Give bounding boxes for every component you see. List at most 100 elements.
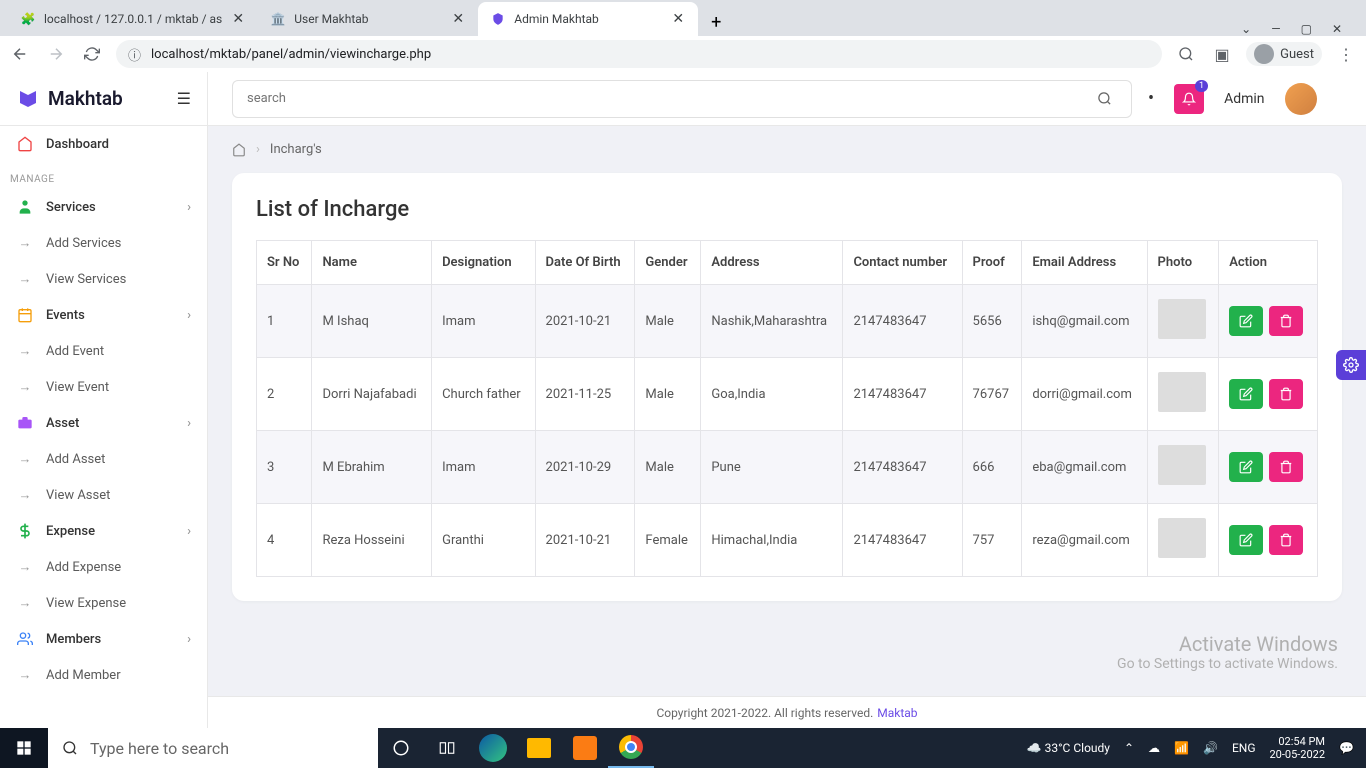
table-header: Email Address [1022,241,1147,285]
browser-tab-1[interactable]: 🧩 localhost / 127.0.0.1 / mktab / as ✕ [8,2,258,36]
weather-widget[interactable]: ☁️ 33°C Cloudy [1027,741,1110,755]
table-header: Date Of Birth [535,241,635,285]
delete-button[interactable] [1269,525,1303,555]
asset-icon [16,415,34,431]
photo-thumbnail [1158,518,1206,558]
sidebar-item-expense[interactable]: Expense› [0,513,207,549]
sidebar-subitem[interactable]: →View Expense [0,585,207,621]
new-tab-button[interactable]: + [702,8,730,36]
taskbar-search[interactable]: Type here to search [48,728,378,768]
date-text: 20-05-2022 [1270,748,1326,761]
brand-logo-icon [16,87,40,111]
edit-button[interactable] [1229,306,1263,336]
notification-badge: 1 [1195,80,1208,92]
minimize-icon[interactable]: ― [1271,22,1280,36]
sidepanel-icon[interactable]: ▣ [1210,42,1234,66]
photo-cell [1147,285,1219,358]
arrow-icon: → [16,667,34,683]
sidebar-subitem[interactable]: →Add Member [0,657,207,693]
sidebar-item-events[interactable]: Events› [0,297,207,333]
delete-button[interactable] [1269,452,1303,482]
delete-button[interactable] [1269,306,1303,336]
sidebar-subitem[interactable]: →Add Services [0,225,207,261]
reload-button[interactable] [80,42,104,66]
sidebar-item-services[interactable]: Services› [0,189,207,225]
table-cell: 2147483647 [843,504,962,577]
menu-toggle-icon[interactable]: ☰ [177,89,191,108]
members-icon [16,631,34,647]
sidebar-subitem[interactable]: → View Event [0,369,207,405]
sidebar-item-members[interactable]: Members› [0,621,207,657]
cortana-icon[interactable] [378,728,424,768]
back-button[interactable] [8,42,32,66]
table-cell: M Ebrahim [312,431,432,504]
maximize-icon[interactable]: ▢ [1301,22,1312,36]
table-cell: 2021-10-21 [535,504,635,577]
browser-tab-3[interactable]: Admin Makhtab ✕ [478,2,698,36]
forward-button[interactable] [44,42,68,66]
user-name-link[interactable]: Admin [1224,91,1264,107]
arrow-icon: → [16,451,34,467]
table-cell: Male [635,358,701,431]
table-cell: 2021-11-25 [535,358,635,431]
home-icon[interactable] [232,143,246,157]
avatar[interactable] [1285,83,1317,115]
delete-button[interactable] [1269,379,1303,409]
table-row: 1M IshaqImam2021-10-21MaleNashik,Maharas… [257,285,1318,358]
close-window-icon[interactable]: ✕ [1332,22,1342,36]
edit-button[interactable] [1229,379,1263,409]
language-indicator[interactable]: ENG [1232,741,1256,755]
clock[interactable]: 02:54 PM 20-05-2022 [1270,735,1326,761]
table-header: Sr No [257,241,312,285]
tray-expand-icon[interactable]: ⌃ [1124,741,1134,755]
table-header: Gender [635,241,701,285]
sidebar-item-label: View Event [46,380,109,395]
tab-title: localhost / 127.0.0.1 / mktab / as [44,12,222,26]
close-icon[interactable]: ✕ [670,11,686,27]
sidebar-item-asset[interactable]: Asset› [0,405,207,441]
search-button[interactable] [1078,80,1132,118]
start-button[interactable] [0,728,48,768]
sidebar-item-dashboard[interactable]: Dashboard [0,126,207,162]
breadcrumb-current: Incharg's [270,142,322,157]
table-cell: 2147483647 [843,431,962,504]
table-cell: Male [635,285,701,358]
sidebar-subitem[interactable]: →View Asset [0,477,207,513]
browser-tab-2[interactable]: 🏛️ User Makhtab ✕ [258,2,478,36]
sidebar-item-label: Events [46,308,85,323]
dot-menu-icon[interactable]: • [1148,88,1154,109]
onedrive-icon[interactable]: ☁ [1148,741,1160,755]
browser-menu-icon[interactable]: ⋮ [1334,42,1358,66]
arrow-icon: → [16,379,34,395]
profile-chip[interactable]: Guest [1246,42,1322,66]
close-icon[interactable]: ✕ [450,11,466,27]
card: List of Incharge Sr NoNameDesignationDat… [232,173,1342,601]
chevron-down-icon[interactable]: ⌄ [1241,22,1251,36]
zoom-icon[interactable] [1174,42,1198,66]
sidebar-subitem[interactable]: →Add Asset [0,441,207,477]
time-text: 02:54 PM [1270,735,1326,748]
edge-icon[interactable] [470,728,516,768]
sidebar: Makhtab ☰ Dashboard MANAGE Services›→Add… [0,72,208,728]
chrome-icon[interactable] [608,728,654,768]
explorer-icon[interactable] [516,728,562,768]
sidebar-subitem[interactable]: →Add Expense [0,549,207,585]
close-icon[interactable]: ✕ [230,11,246,27]
footer-link[interactable]: Maktab [877,706,917,720]
volume-icon[interactable]: 🔊 [1203,741,1218,755]
search-input[interactable] [232,80,1078,118]
table-header: Contact number [843,241,962,285]
chevron-right-icon: › [187,632,191,647]
sidebar-subitem[interactable]: →View Services [0,261,207,297]
sidebar-subitem[interactable]: →Add Event [0,333,207,369]
action-center-icon[interactable]: 💬 [1339,741,1354,755]
notifications-button[interactable]: 1 [1174,84,1204,114]
task-view-icon[interactable] [424,728,470,768]
wifi-icon[interactable]: 📶 [1174,741,1189,755]
settings-float-button[interactable] [1336,350,1366,380]
url-input[interactable]: ⓘ localhost/mktab/panel/admin/viewinchar… [116,40,1162,68]
table-cell: 2147483647 [843,285,962,358]
edit-button[interactable] [1229,525,1263,555]
edit-button[interactable] [1229,452,1263,482]
xampp-icon[interactable] [562,728,608,768]
